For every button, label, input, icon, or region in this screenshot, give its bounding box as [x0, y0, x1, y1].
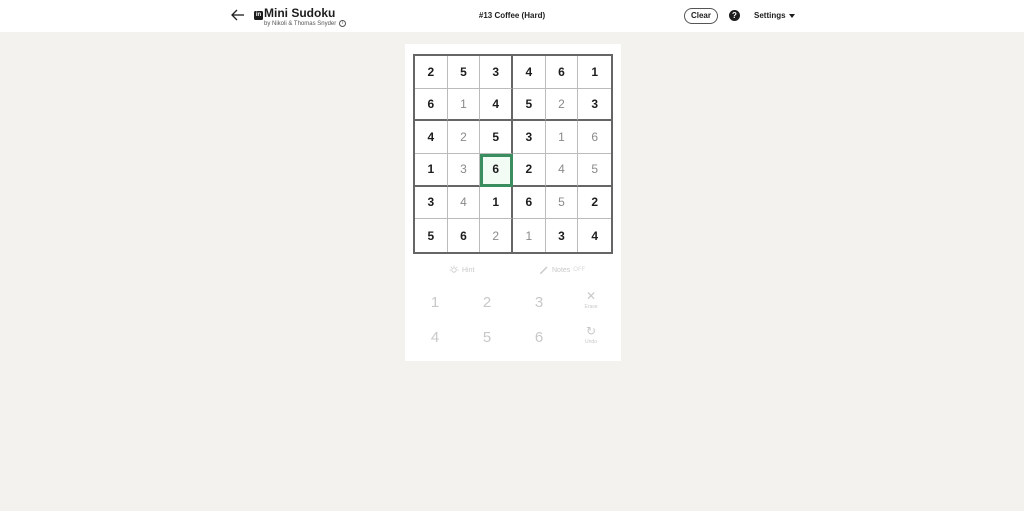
- puzzle-title: #13 Coffee (Hard): [478, 11, 546, 20]
- byline-text: by Nikoli & Thomas Snyder: [264, 20, 337, 27]
- notes-state: OFF: [573, 267, 586, 273]
- sudoku-cell-r2c1[interactable]: 6: [415, 88, 448, 122]
- app-byline: by Nikoli & Thomas Snyder i: [264, 20, 347, 27]
- clear-button[interactable]: Clear: [684, 8, 718, 24]
- undo-label: Undo: [585, 339, 597, 345]
- settings-label: Settings: [754, 11, 786, 20]
- sudoku-cell-r3c1[interactable]: 4: [415, 121, 448, 154]
- sudoku-cell-r3c2[interactable]: 2: [447, 121, 481, 154]
- sudoku-cell-r1c4[interactable]: 4: [513, 56, 546, 89]
- sudoku-cell-r2c4[interactable]: 5: [513, 88, 546, 122]
- pencil-icon: [540, 266, 548, 274]
- sudoku-cell-r2c3[interactable]: 4: [480, 88, 513, 122]
- sudoku-cell-r1c5[interactable]: 6: [545, 56, 579, 89]
- hint-button[interactable]: Hint: [449, 265, 474, 275]
- lightbulb-icon: [449, 265, 459, 273]
- back-arrow-icon[interactable]: [229, 6, 247, 24]
- linkedin-logo-icon: in: [254, 11, 263, 20]
- num-key-1[interactable]: 1: [415, 288, 455, 318]
- sudoku-cell-r1c1[interactable]: 2: [415, 56, 448, 89]
- sudoku-cell-r6c5[interactable]: 3: [546, 219, 579, 252]
- sudoku-cell-r4c5[interactable]: 4: [545, 154, 579, 187]
- sudoku-cell-r5c3[interactable]: 1: [480, 186, 513, 220]
- sudoku-cell-r3c3[interactable]: 5: [480, 121, 513, 154]
- sudoku-cell-r1c6[interactable]: 1: [578, 56, 611, 89]
- sudoku-cell-r4c6[interactable]: 5: [578, 154, 611, 187]
- notes-label: Notes: [552, 266, 571, 274]
- undo-button[interactable]: ↻ Undo: [574, 324, 608, 346]
- num-key-4[interactable]: 4: [415, 323, 455, 353]
- sudoku-cell-r2c2[interactable]: 1: [447, 88, 481, 122]
- hint-label: Hint: [462, 266, 475, 274]
- sudoku-cell-r6c2[interactable]: 6: [448, 219, 481, 252]
- sudoku-cell-r2c6[interactable]: 3: [578, 89, 611, 122]
- sudoku-cell-r1c2[interactable]: 5: [447, 56, 481, 89]
- sudoku-cell-r3c6[interactable]: 6: [578, 121, 611, 154]
- info-icon[interactable]: i: [339, 20, 347, 27]
- sudoku-cell-r6c6[interactable]: 4: [578, 219, 611, 252]
- notes-toggle-button[interactable]: Notes OFF: [539, 265, 585, 275]
- game-panel: 253461614523425316136245341652562134 Hin…: [405, 44, 621, 361]
- sudoku-cell-r2c5[interactable]: 2: [545, 88, 579, 122]
- sudoku-cell-r4c2[interactable]: 3: [447, 154, 481, 187]
- sudoku-cell-r3c4[interactable]: 3: [513, 121, 546, 154]
- num-key-2[interactable]: 2: [467, 288, 507, 318]
- sudoku-grid: 253461614523425316136245341652562134: [413, 54, 613, 254]
- close-icon: ✕: [585, 289, 597, 303]
- num-key-5[interactable]: 5: [467, 323, 507, 353]
- top-bar: in Mini Sudoku by Nikoli & Thomas Snyder…: [0, 0, 1024, 32]
- num-key-6[interactable]: 6: [519, 323, 559, 353]
- sudoku-cell-r4c3[interactable]: 6: [480, 154, 513, 187]
- sudoku-cell-r6c3[interactable]: 2: [480, 219, 513, 252]
- undo-icon: ↻: [585, 324, 597, 338]
- erase-label: Erase: [584, 304, 598, 310]
- sudoku-cell-r5c2[interactable]: 4: [447, 186, 481, 220]
- sudoku-cell-r4c1[interactable]: 1: [415, 154, 448, 187]
- settings-menu-button[interactable]: Settings: [754, 11, 795, 20]
- tool-row: Hint Notes OFF: [405, 262, 621, 278]
- erase-button[interactable]: ✕ Erase: [574, 289, 608, 311]
- app-title: Mini Sudoku: [264, 6, 336, 20]
- sudoku-cell-r4c4[interactable]: 2: [513, 154, 546, 187]
- help-question-icon[interactable]: ?: [729, 10, 740, 21]
- sudoku-cell-r3c5[interactable]: 1: [545, 121, 579, 154]
- num-key-3[interactable]: 3: [519, 288, 559, 318]
- sudoku-cell-r5c5[interactable]: 5: [545, 186, 579, 220]
- sudoku-cell-r6c1[interactable]: 5: [415, 219, 448, 252]
- sudoku-cell-r5c6[interactable]: 2: [578, 187, 611, 220]
- sudoku-cell-r6c4[interactable]: 1: [513, 219, 546, 252]
- sudoku-cell-r1c3[interactable]: 3: [480, 56, 513, 89]
- caret-down-icon: [788, 13, 795, 18]
- sudoku-cell-r5c1[interactable]: 3: [415, 186, 448, 220]
- sudoku-cell-r5c4[interactable]: 6: [513, 186, 546, 220]
